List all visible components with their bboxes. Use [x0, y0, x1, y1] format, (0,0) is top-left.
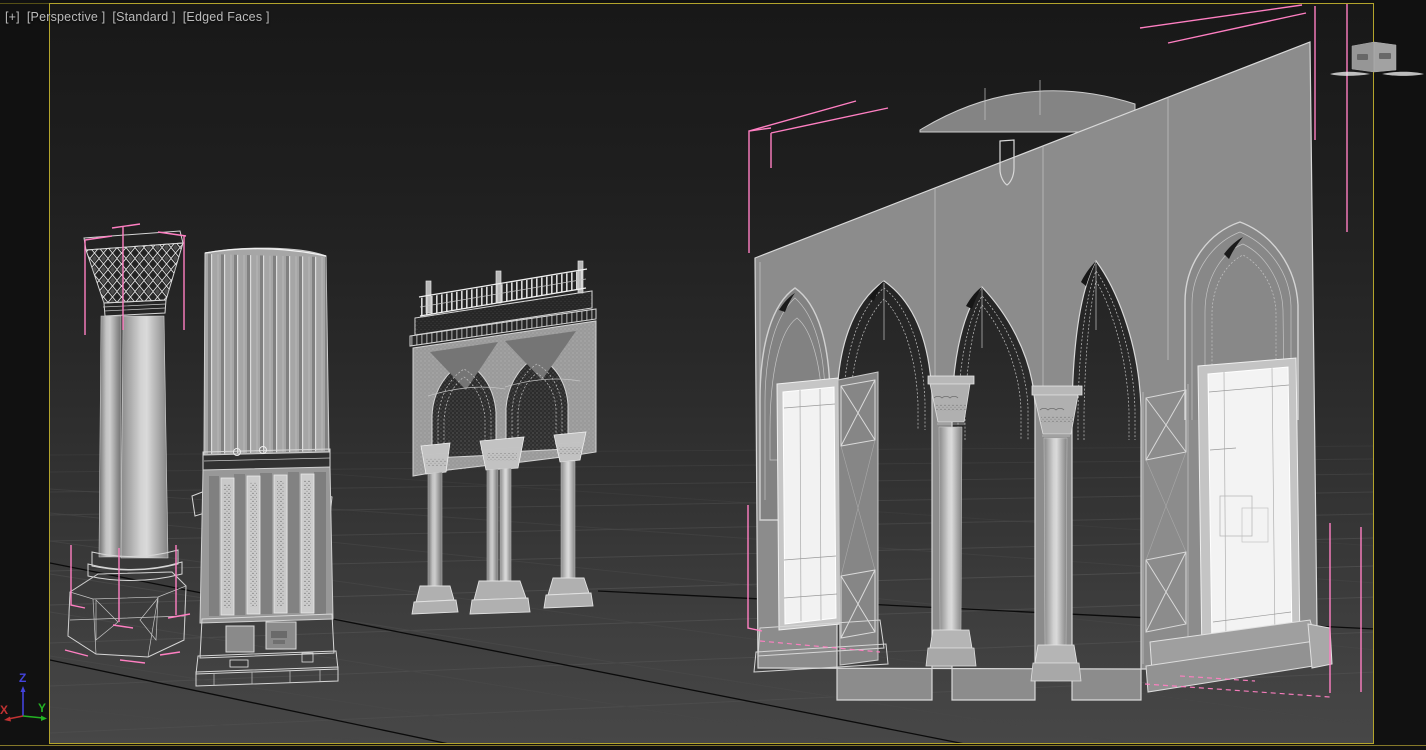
pointed-arch-arcade-wall[interactable] — [753, 41, 1333, 701]
right-bay-window — [1207, 366, 1293, 649]
fluted-panel-column[interactable] — [191, 247, 339, 687]
z-axis-label: Z — [19, 671, 26, 685]
viewport-pov-menu[interactable]: [Perspective ] — [27, 10, 106, 25]
viewport-top-border-left — [0, 3, 49, 4]
perspective-viewport[interactable] — [49, 3, 1374, 744]
viewport-render-style-menu[interactable]: [Standard ] — [112, 10, 175, 25]
viewport-bottom-border — [0, 745, 1426, 746]
viewport-plus-menu[interactable]: [+] — [5, 10, 20, 25]
viewport-canvas[interactable] — [50, 4, 1373, 743]
world-axis-gizmo: Z X Y — [0, 671, 47, 722]
distant-cube-object[interactable] — [1322, 34, 1426, 80]
viewport-label: [+] [Perspective ] [Standard ] [Edged Fa… — [5, 10, 270, 25]
left-bay-window — [782, 386, 837, 625]
x-axis-label: X — [0, 703, 8, 717]
gothic-arch-shrine[interactable] — [409, 260, 597, 615]
viewport-shading-menu[interactable]: [Edged Faces ] — [183, 10, 270, 25]
3d-viewport-screen: [+] [Perspective ] [Standard ] [Edged Fa… — [0, 0, 1426, 750]
y-axis-label: Y — [38, 701, 46, 715]
